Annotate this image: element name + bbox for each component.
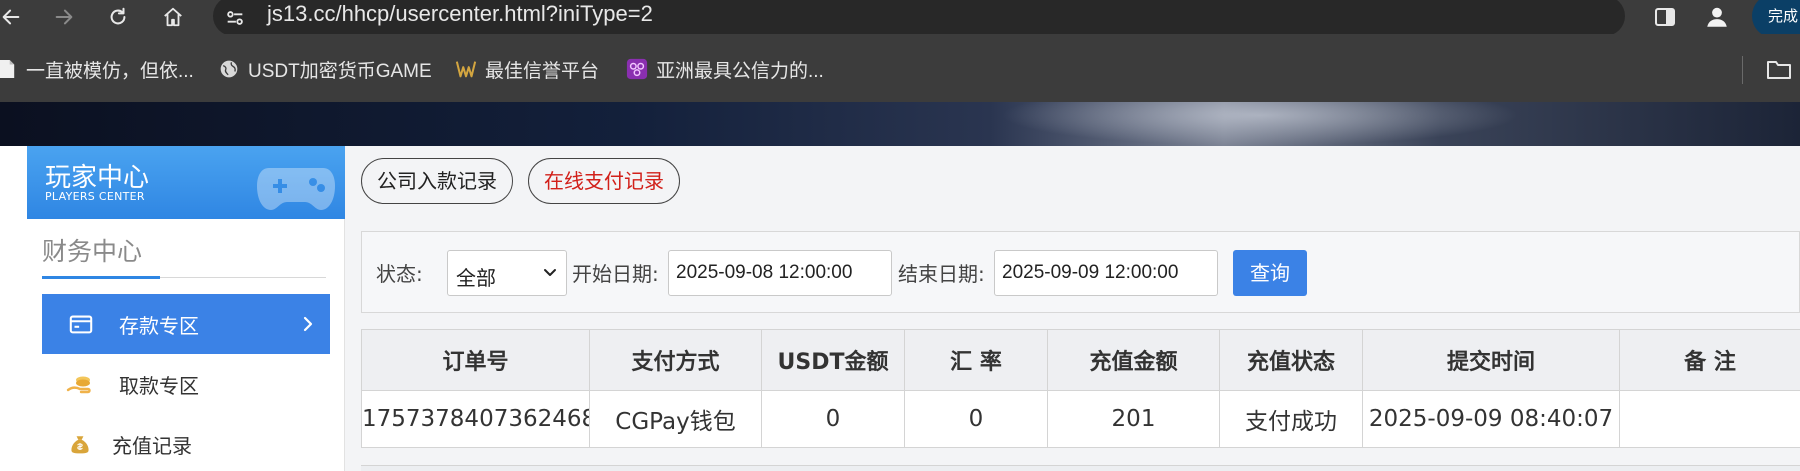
back-button[interactable] bbox=[0, 0, 28, 34]
home-button[interactable] bbox=[156, 0, 190, 34]
player-center-sidebar: 玩家中心 PLAYERS CENTER 财务中心 存款专区 取款专区 充值记录 bbox=[27, 146, 345, 471]
column-header-submit-time: 提交时间 bbox=[1362, 329, 1620, 391]
status-label: 状态: bbox=[376, 262, 423, 286]
bookmarks-bar: 一直被模仿，但依... USDT加密货币GAME 最佳信誉平台 亚洲最具公信力的… bbox=[0, 34, 1800, 102]
cell-usdt-amount: 0 bbox=[761, 390, 905, 448]
status-select-value: 全部 bbox=[456, 266, 496, 290]
favicon-purple bbox=[626, 58, 648, 80]
reload-icon bbox=[110, 7, 126, 25]
person-icon bbox=[1707, 7, 1727, 27]
browser-toolbar: js13.cc/hhcp/usercenter.html?iniType=2 完… bbox=[0, 0, 1800, 38]
forward-arrow-icon bbox=[55, 9, 73, 25]
folder-icon bbox=[1767, 61, 1791, 79]
column-header-exchange-rate: 汇 率 bbox=[904, 329, 1048, 391]
side-panel-button[interactable] bbox=[1650, 2, 1680, 32]
table-footer-edge bbox=[361, 465, 1800, 471]
bookmark-item[interactable]: 亚洲最具公信力的... bbox=[626, 58, 824, 82]
start-date-field[interactable]: 2025-09-08 12:00:00 bbox=[668, 250, 892, 296]
sidebar-header-subtitle: PLAYERS CENTER bbox=[45, 190, 145, 203]
end-date-field[interactable]: 2025-09-09 12:00:00 bbox=[994, 250, 1218, 296]
tab-company-deposit-records[interactable]: 公司入款记录 bbox=[361, 158, 513, 204]
column-header-payment-method: 支付方式 bbox=[589, 329, 762, 391]
bookmark-label: USDT加密货币GAME bbox=[248, 60, 432, 82]
bookmark-item[interactable]: 最佳信誉平台 bbox=[455, 58, 600, 82]
sidebar-section-title: 财务中心 bbox=[42, 237, 143, 266]
tune-icon bbox=[227, 11, 243, 25]
table-row: 1757378407362468 CGPay钱包 0 0 201 支付成功 20… bbox=[361, 390, 1800, 448]
column-header-remarks: 备 注 bbox=[1619, 329, 1800, 391]
sidebar-item-deposit[interactable]: 存款专区 bbox=[42, 294, 330, 354]
sidebar-item-withdraw[interactable]: 取款专区 bbox=[42, 354, 330, 414]
cell-exchange-rate: 0 bbox=[904, 390, 1048, 448]
cell-order-no: 1757378407362468 bbox=[361, 390, 590, 448]
forward-button[interactable] bbox=[47, 0, 81, 34]
home-icon bbox=[164, 7, 182, 27]
payment-records-table: 订单号 支付方式 USDT金额 汇 率 充值金额 充值状态 提交时间 备 注 1… bbox=[361, 329, 1800, 448]
profile-button[interactable] bbox=[1701, 1, 1733, 33]
cell-submit-time: 2025-09-09 08:40:07 bbox=[1362, 390, 1620, 448]
side-panel-icon bbox=[1655, 8, 1675, 26]
cell-remarks bbox=[1619, 390, 1800, 448]
page-icon bbox=[0, 58, 18, 80]
column-header-order-no: 订单号 bbox=[361, 329, 590, 391]
gamepad-icon bbox=[257, 168, 335, 210]
top-banner bbox=[0, 102, 1800, 146]
sidebar-item-recharge-records[interactable]: 充值记录 bbox=[42, 414, 330, 471]
section-accent-underline bbox=[42, 276, 160, 279]
bookmark-label: 亚洲最具公信力的... bbox=[656, 60, 824, 82]
hand-coin-icon bbox=[66, 370, 94, 398]
start-date-label: 开始日期: bbox=[572, 262, 659, 286]
sidebar-item-label: 充值记录 bbox=[112, 433, 192, 458]
money-bag-icon bbox=[66, 430, 94, 458]
record-tabs: 公司入款记录 在线支付记录 bbox=[346, 146, 1800, 218]
cell-recharge-amount: 201 bbox=[1047, 390, 1220, 448]
cell-recharge-status: 支付成功 bbox=[1219, 390, 1363, 448]
column-header-recharge-amount: 充值金额 bbox=[1047, 329, 1220, 391]
reload-button[interactable] bbox=[101, 0, 135, 34]
column-header-recharge-status: 充值状态 bbox=[1219, 329, 1363, 391]
sidebar-header: 玩家中心 PLAYERS CENTER bbox=[27, 146, 345, 219]
sidebar-header-title: 玩家中心 bbox=[45, 163, 150, 193]
bookmark-label: 一直被模仿，但依... bbox=[26, 60, 194, 82]
back-arrow-icon bbox=[2, 9, 20, 25]
end-date-label: 结束日期: bbox=[898, 262, 985, 286]
column-header-usdt-amount: USDT金额 bbox=[761, 329, 905, 391]
bookmark-item[interactable]: USDT加密货币GAME bbox=[218, 58, 432, 82]
query-button[interactable]: 查询 bbox=[1233, 250, 1307, 296]
filter-bar: 状态: 全部 开始日期: 2025-09-08 12:00:00 结束日期: 2… bbox=[361, 231, 1800, 313]
favicon-logo bbox=[455, 58, 477, 80]
tab-online-payment-records[interactable]: 在线支付记录 bbox=[528, 158, 680, 204]
table-header-row: 订单号 支付方式 USDT金额 汇 率 充值金额 充值状态 提交时间 备 注 bbox=[361, 329, 1800, 391]
cell-payment-method: CGPay钱包 bbox=[589, 390, 762, 448]
globe-icon bbox=[218, 58, 240, 80]
bookmarks-folder-button[interactable] bbox=[1766, 56, 1792, 82]
sidebar-item-label: 存款专区 bbox=[119, 313, 199, 338]
bookmark-label: 最佳信誉平台 bbox=[485, 60, 600, 82]
chevron-right-icon bbox=[303, 316, 313, 332]
sidebar-item-label: 取款专区 bbox=[119, 373, 199, 398]
address-bar[interactable]: js13.cc/hhcp/usercenter.html?iniType=2 bbox=[213, 0, 1800, 36]
chevron-down-icon bbox=[544, 269, 556, 276]
site-info-button[interactable] bbox=[223, 6, 247, 30]
card-icon bbox=[67, 310, 95, 338]
bookmark-item[interactable]: 一直被模仿，但依... bbox=[0, 58, 194, 82]
url-text[interactable]: js13.cc/hhcp/usercenter.html?iniType=2 bbox=[267, 1, 653, 27]
bookmarks-divider bbox=[1742, 56, 1743, 84]
finish-button[interactable]: 完成 bbox=[1752, 0, 1800, 38]
status-select[interactable]: 全部 bbox=[447, 250, 567, 296]
